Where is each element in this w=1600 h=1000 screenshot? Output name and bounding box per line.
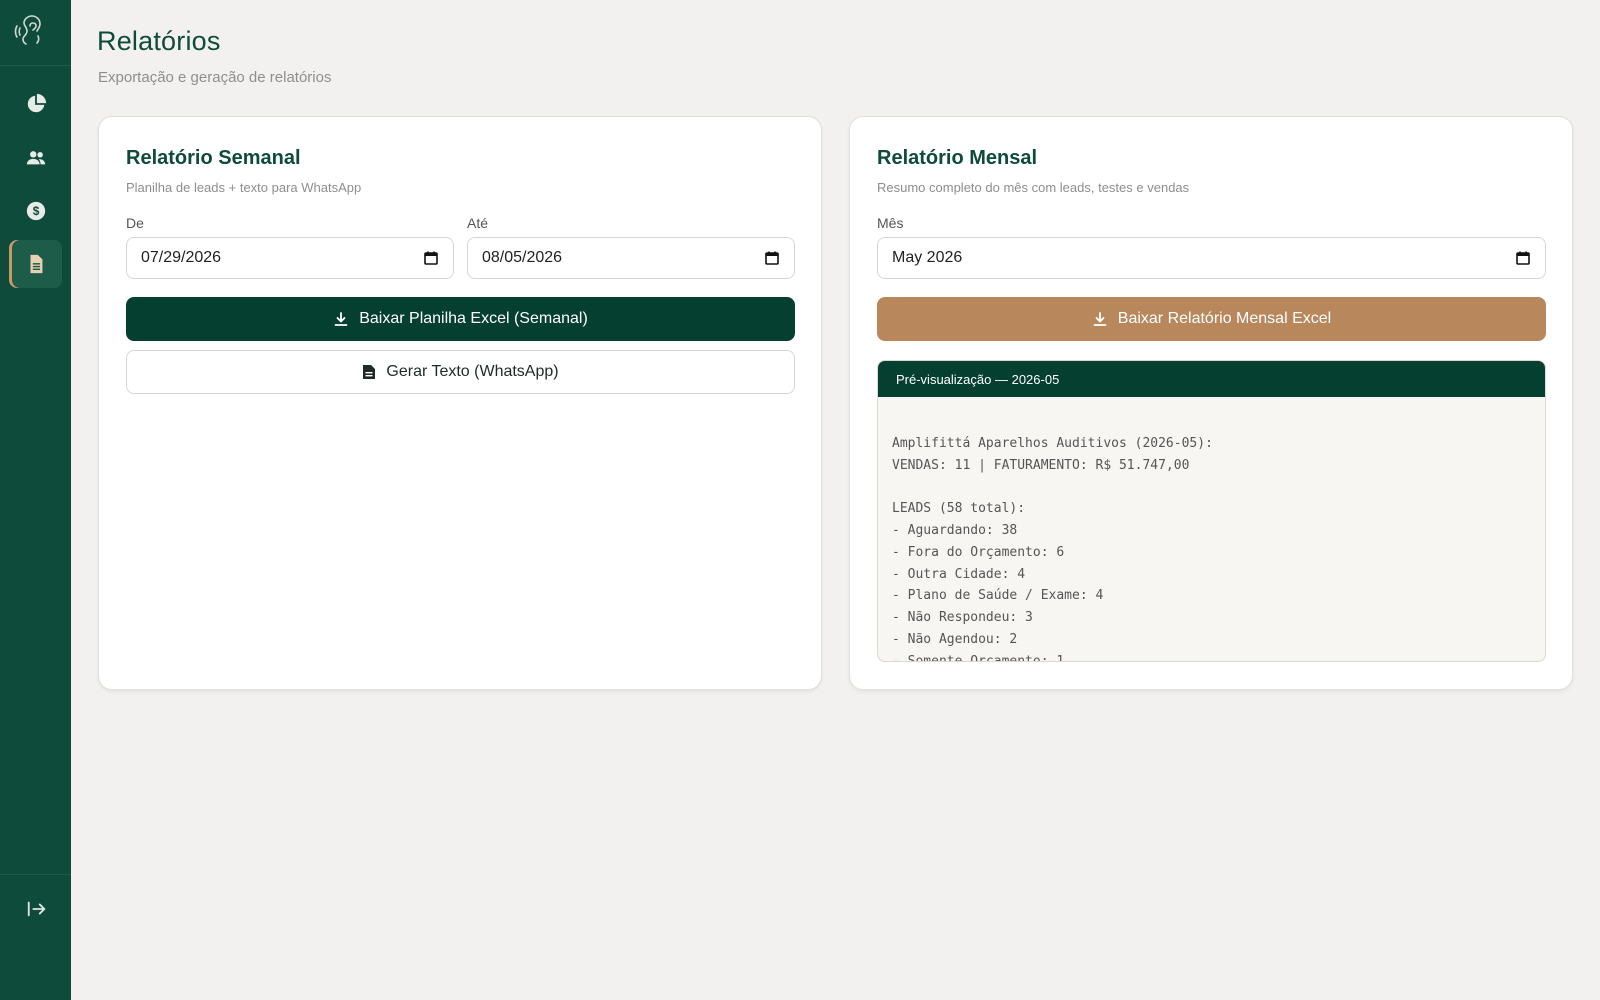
- download-weekly-excel-button[interactable]: Baixar Planilha Excel (Semanal): [126, 297, 795, 341]
- dollar-icon: $: [26, 201, 45, 221]
- sidebar-item-reports[interactable]: [9, 240, 62, 288]
- logout-button[interactable]: [18, 892, 56, 926]
- document-icon: [363, 365, 376, 379]
- users-icon: [26, 151, 45, 165]
- page-subtitle: Exportação e geração de relatórios: [98, 69, 332, 86]
- from-date-input[interactable]: 07/29/2026: [126, 237, 454, 279]
- ear-logo-icon[interactable]: [10, 12, 50, 52]
- preview-line: Amplifittá Aparelhos Auditivos (2026-05)…: [892, 435, 1213, 451]
- from-date-value: 07/29/2026: [141, 249, 222, 266]
- logout-icon: [27, 901, 46, 917]
- preview-line: - Aguardando: 38: [892, 522, 1018, 538]
- sidebar: $: [0, 0, 71, 1000]
- sidebar-divider: [0, 874, 71, 875]
- monthly-report-card: Relatório Mensal Resumo completo do mês …: [849, 116, 1573, 690]
- download-weekly-excel-label: Baixar Planilha Excel (Semanal): [359, 310, 588, 327]
- pie-chart-icon: [27, 93, 46, 113]
- download-icon: [334, 312, 348, 326]
- monthly-report-description: Resumo completo do mês com leads, testes…: [877, 180, 1190, 195]
- download-monthly-excel-button[interactable]: Baixar Relatório Mensal Excel: [877, 297, 1546, 341]
- sidebar-item-dashboard[interactable]: [9, 80, 62, 128]
- month-value: May 2026: [892, 249, 963, 266]
- weekly-report-title: Relatório Semanal: [126, 147, 301, 169]
- svg-text:$: $: [32, 204, 39, 218]
- document-icon: [30, 254, 42, 274]
- to-date-label: Até: [467, 215, 489, 231]
- from-date-label: De: [126, 215, 144, 231]
- month-input[interactable]: May 2026: [877, 237, 1546, 279]
- page-title: Relatórios: [97, 26, 221, 56]
- calendar-icon[interactable]: [423, 250, 439, 266]
- download-monthly-excel-label: Baixar Relatório Mensal Excel: [1117, 310, 1332, 327]
- month-label: Mês: [877, 215, 904, 231]
- preview-body: Amplifittá Aparelhos Auditivos (2026-05)…: [878, 397, 1545, 662]
- weekly-report-card: Relatório Semanal Planilha de leads + te…: [98, 116, 822, 690]
- sidebar-divider: [0, 65, 71, 66]
- preview-header: Pré-visualização — 2026-05: [878, 361, 1545, 397]
- generate-whatsapp-text-button[interactable]: Gerar Texto (WhatsApp): [126, 350, 795, 394]
- calendar-icon[interactable]: [764, 250, 780, 266]
- calendar-icon[interactable]: [1515, 250, 1531, 266]
- to-date-input[interactable]: 08/05/2026: [467, 237, 795, 279]
- preview-line: - Não Agendou: 2: [892, 631, 1018, 647]
- preview-line: - Fora do Orçamento: 6: [892, 544, 1065, 560]
- sidebar-item-leads[interactable]: [9, 134, 62, 182]
- preview-line: - Outra Cidade: 4: [892, 566, 1026, 582]
- preview-line: VENDAS: 11 | FATURAMENTO: R$ 51.747,00: [892, 457, 1190, 473]
- preview-line: - Não Respondeu: 3: [892, 610, 1033, 626]
- preview-line: LEADS (58 total):: [892, 501, 1026, 517]
- preview-line: - Plano de Saúde / Exame: 4: [892, 588, 1104, 604]
- generate-whatsapp-text-label: Gerar Texto (WhatsApp): [386, 363, 559, 380]
- weekly-report-description: Planilha de leads + texto para WhatsApp: [126, 180, 362, 195]
- preview-line: ​: [892, 476, 1531, 498]
- monthly-report-title: Relatório Mensal: [877, 147, 1038, 169]
- preview-line: - Somente Orçamento: 1: [892, 653, 1065, 662]
- sidebar-item-sales[interactable]: $: [9, 187, 62, 235]
- to-date-value: 08/05/2026: [482, 249, 563, 266]
- monthly-preview-panel: Pré-visualização — 2026-05 Amplifittá Ap…: [877, 360, 1546, 662]
- download-icon: [1093, 312, 1107, 326]
